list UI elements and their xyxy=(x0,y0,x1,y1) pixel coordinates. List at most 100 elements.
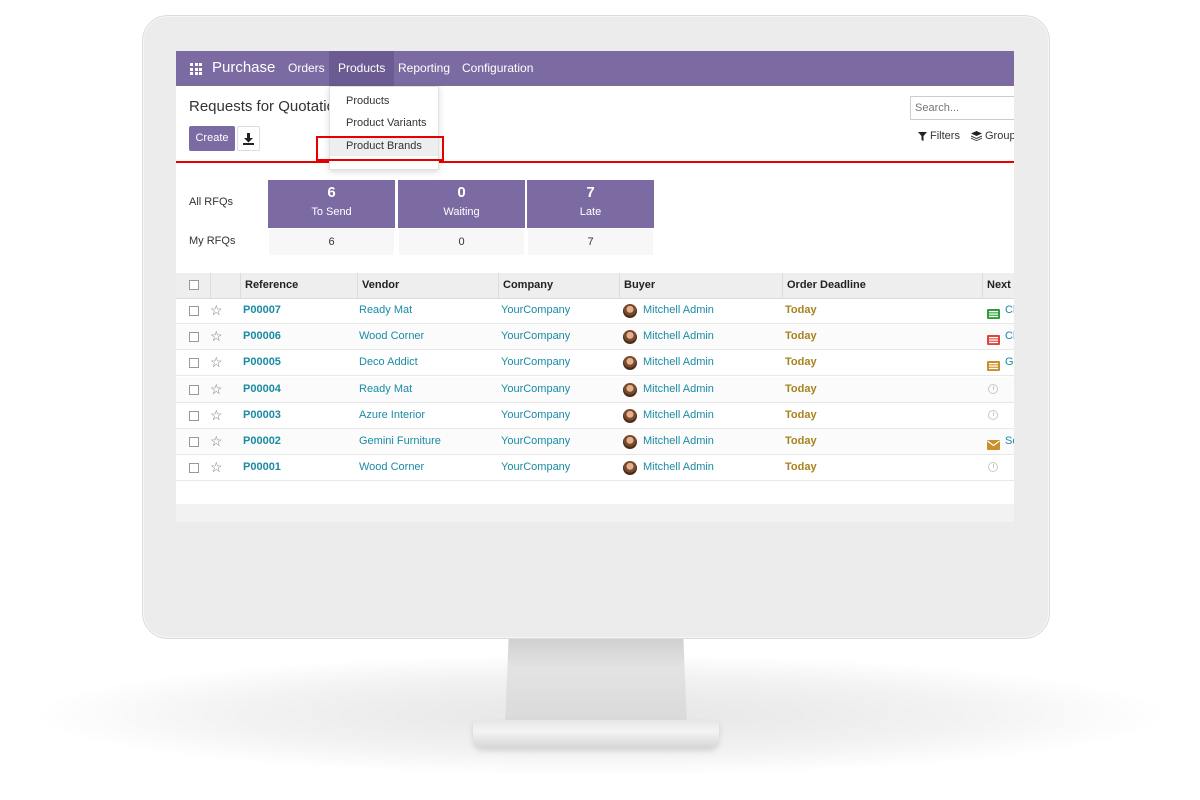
select-all-checkbox[interactable] xyxy=(189,280,199,290)
groupby-button[interactable]: Group xyxy=(971,130,1014,142)
vendor-cell[interactable]: Ready Mat xyxy=(359,298,412,324)
vendor-cell[interactable]: Wood Corner xyxy=(359,324,424,350)
reference-cell[interactable]: P00007 xyxy=(243,298,281,324)
next-activity-cell[interactable]: Ge xyxy=(1005,350,1014,376)
company-cell[interactable]: YourCompany xyxy=(501,298,570,324)
activity-list-icon[interactable] xyxy=(987,358,1000,372)
dropdown-item-products[interactable]: Products xyxy=(330,91,438,111)
my-to-send[interactable]: 6 xyxy=(269,229,394,255)
download-button[interactable] xyxy=(237,126,260,151)
column-vendor[interactable]: Vendor xyxy=(357,273,498,298)
tile-late[interactable]: 7 Late xyxy=(527,180,654,228)
table-row[interactable]: ☆ P00006 Wood Corner YourCompany Mitchell Ad… xyxy=(176,324,1014,351)
star-column-header xyxy=(210,273,240,298)
search-input[interactable] xyxy=(910,96,1014,120)
reference-cell[interactable]: P00005 xyxy=(243,350,281,376)
buyer-cell[interactable]: Mitchell Admin xyxy=(643,377,714,403)
column-order-deadline[interactable]: Order Deadline xyxy=(782,273,982,298)
company-cell[interactable]: YourCompany xyxy=(501,429,570,455)
buyer-cell[interactable]: Mitchell Admin xyxy=(643,429,714,455)
app-name[interactable]: Purchase xyxy=(212,59,275,76)
my-late[interactable]: 7 xyxy=(528,229,653,255)
reference-cell[interactable]: P00004 xyxy=(243,377,281,403)
next-activity-cell[interactable]: Cl xyxy=(1005,298,1014,324)
table-row[interactable]: ☆ P00005 Deco Addict YourCompany Mitchell Ad… xyxy=(176,350,1014,377)
dropdown-item-product-variants[interactable]: Product Variants xyxy=(330,113,438,133)
vendor-cell[interactable]: Ready Mat xyxy=(359,377,412,403)
reference-cell[interactable]: P00006 xyxy=(243,324,281,350)
menu-configuration[interactable]: Configuration xyxy=(453,51,542,86)
table-row[interactable]: ☆ P00002 Gemini Furniture YourCompany Mitche… xyxy=(176,429,1014,455)
table-row[interactable]: ☆ P00003 Azure Interior YourCompany Mitchell… xyxy=(176,403,1014,429)
activity-list-icon[interactable] xyxy=(987,306,1000,319)
next-activity-cell[interactable]: Cl xyxy=(1005,324,1014,350)
avatar xyxy=(623,408,637,423)
buyer-cell[interactable]: Mitchell Admin xyxy=(643,324,714,350)
clock-icon[interactable] xyxy=(988,383,998,394)
column-reference[interactable]: Reference xyxy=(240,273,357,298)
table-row[interactable]: ☆ P00007 Ready Mat YourCompany Mitchell Admi… xyxy=(176,298,1014,324)
menu-orders[interactable]: Orders xyxy=(279,51,334,86)
star-icon[interactable]: ☆ xyxy=(210,433,223,449)
tile-label: To Send xyxy=(311,206,352,218)
clock-icon[interactable] xyxy=(988,409,998,420)
page-title: Requests for Quotation xyxy=(189,98,344,115)
vendor-cell[interactable]: Deco Addict xyxy=(359,350,418,376)
row-checkbox[interactable] xyxy=(189,332,199,343)
company-cell[interactable]: YourCompany xyxy=(501,350,570,376)
tile-value: 6 xyxy=(327,184,336,201)
row-checkbox[interactable] xyxy=(189,358,199,369)
table-row[interactable]: ☆ P00004 Ready Mat YourCompany Mitchell Admi… xyxy=(176,376,1014,403)
company-cell[interactable]: YourCompany xyxy=(501,455,570,481)
app-screen: Purchase Orders Products Reporting Confi… xyxy=(176,51,1014,522)
reference-cell[interactable]: P00002 xyxy=(243,429,281,455)
tile-to-send[interactable]: 6 To Send xyxy=(268,180,395,228)
apps-grid-icon[interactable] xyxy=(190,63,202,75)
activity-list-icon[interactable] xyxy=(987,332,1000,346)
my-rfqs-label: My RFQs xyxy=(189,235,236,247)
row-checkbox[interactable] xyxy=(189,306,199,316)
monitor-stand-neck xyxy=(505,637,687,727)
row-checkbox[interactable] xyxy=(189,463,199,474)
my-waiting[interactable]: 0 xyxy=(399,229,524,255)
column-buyer[interactable]: Buyer xyxy=(619,273,782,298)
next-activity-cell[interactable]: Se xyxy=(1005,429,1014,455)
star-icon[interactable]: ☆ xyxy=(210,354,223,370)
envelope-icon[interactable] xyxy=(987,437,1000,450)
star-icon[interactable]: ☆ xyxy=(210,328,223,344)
vendor-cell[interactable]: Wood Corner xyxy=(359,455,424,481)
filters-button[interactable]: Filters xyxy=(918,130,960,142)
reference-cell[interactable]: P00001 xyxy=(243,455,281,481)
vendor-cell[interactable]: Gemini Furniture xyxy=(359,429,441,455)
row-checkbox[interactable] xyxy=(189,384,199,395)
tile-value: 7 xyxy=(586,184,595,201)
star-icon[interactable]: ☆ xyxy=(210,302,223,318)
clock-icon[interactable] xyxy=(988,462,998,473)
avatar xyxy=(623,330,637,345)
buyer-cell[interactable]: Mitchell Admin xyxy=(643,455,714,481)
row-checkbox[interactable] xyxy=(189,437,199,447)
buyer-cell[interactable]: Mitchell Admin xyxy=(643,350,714,376)
column-company[interactable]: Company xyxy=(498,273,619,298)
create-button[interactable]: Create xyxy=(189,126,235,151)
filter-icon xyxy=(918,131,927,141)
row-checkbox[interactable] xyxy=(189,410,199,421)
buyer-cell[interactable]: Mitchell Admin xyxy=(643,298,714,324)
monitor-stand-base xyxy=(473,720,719,748)
reference-cell[interactable]: P00003 xyxy=(243,403,281,429)
company-cell[interactable]: YourCompany xyxy=(501,324,570,350)
menu-products[interactable]: Products xyxy=(329,51,395,86)
column-next-activity[interactable]: Next A xyxy=(982,273,1014,298)
star-icon[interactable]: ☆ xyxy=(210,381,223,397)
company-cell[interactable]: YourCompany xyxy=(501,377,570,403)
company-cell[interactable]: YourCompany xyxy=(501,403,570,429)
table-row[interactable]: ☆ P00001 Wood Corner YourCompany Mitchell Ad… xyxy=(176,455,1014,482)
vendor-cell[interactable]: Azure Interior xyxy=(359,403,425,429)
tile-waiting[interactable]: 0 Waiting xyxy=(398,180,525,228)
deadline-cell: Today xyxy=(785,408,817,421)
star-icon[interactable]: ☆ xyxy=(210,459,223,475)
star-icon[interactable]: ☆ xyxy=(210,407,223,423)
menu-reporting[interactable]: Reporting xyxy=(389,51,459,86)
buyer-cell[interactable]: Mitchell Admin xyxy=(643,403,714,429)
deadline-cell: Today xyxy=(785,304,817,316)
